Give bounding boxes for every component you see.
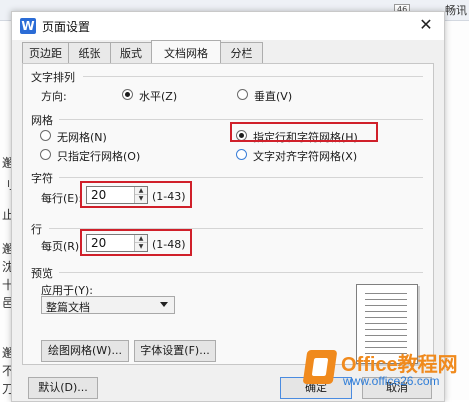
align-char-grid-radio[interactable] bbox=[236, 149, 247, 160]
tab-margins[interactable]: 页边距 bbox=[22, 42, 69, 63]
chevron-down-icon bbox=[160, 302, 168, 307]
chars-group-title: 字符 bbox=[31, 172, 53, 185]
tab-columns[interactable]: 分栏 bbox=[220, 42, 263, 63]
highlight-box bbox=[230, 122, 378, 142]
watermark-title: Office教程网 bbox=[341, 354, 458, 376]
lines-group-title: 行 bbox=[31, 223, 42, 236]
no-grid-radio[interactable] bbox=[40, 130, 51, 141]
preview-line bbox=[365, 335, 407, 336]
direction-label: 方向: bbox=[41, 90, 67, 103]
group-divider bbox=[83, 76, 423, 77]
apply-to-select[interactable]: 整篇文档 bbox=[41, 296, 175, 314]
watermark-url: www.office26.com bbox=[343, 374, 440, 388]
group-divider bbox=[59, 177, 423, 178]
group-divider bbox=[59, 119, 423, 120]
wps-writer-icon: W bbox=[20, 18, 36, 34]
close-icon[interactable]: ✕ bbox=[416, 15, 436, 35]
default-button[interactable]: 默认(D)... bbox=[28, 377, 98, 399]
lines-per-page-label: 每页(R): bbox=[41, 240, 83, 253]
highlight-box bbox=[80, 181, 192, 208]
document-grid-panel: 文字排列 方向: 水平(Z) 垂直(V) 网格 无网格(N) 指定行和字符网格(… bbox=[22, 63, 434, 365]
preview-group-title: 预览 bbox=[31, 267, 53, 280]
preview-line bbox=[365, 317, 407, 318]
preview-line bbox=[365, 323, 407, 324]
apply-to-value: 整篇文档 bbox=[46, 301, 90, 314]
chars-per-line-label: 每行(E): bbox=[41, 192, 83, 205]
text-direction-group-title: 文字排列 bbox=[31, 71, 75, 84]
page-setup-dialog: W 页面设置 ✕ 页边距 纸张 版式 文档网格 分栏 文字排列 方向: 水平(Z… bbox=[11, 11, 445, 402]
office-logo-icon bbox=[302, 350, 338, 384]
tab-document-grid[interactable]: 文档网格 bbox=[151, 40, 221, 63]
vertical-radio[interactable] bbox=[237, 89, 248, 100]
horizontal-label[interactable]: 水平(Z) bbox=[139, 88, 177, 104]
tab-paper[interactable]: 纸张 bbox=[68, 42, 111, 63]
office26-watermark: Office教程网 www.office26.com bbox=[302, 346, 469, 400]
preview-line bbox=[365, 305, 407, 306]
group-divider bbox=[59, 272, 423, 273]
preview-line bbox=[365, 341, 407, 342]
highlight-box bbox=[80, 229, 192, 256]
preview-line bbox=[365, 299, 407, 300]
grid-group-title: 网格 bbox=[31, 114, 53, 127]
align-char-grid-label[interactable]: 文字对齐字符网格(X) bbox=[253, 148, 357, 164]
horizontal-radio[interactable] bbox=[122, 89, 133, 100]
font-settings-button[interactable]: 字体设置(F)... bbox=[134, 340, 216, 362]
no-grid-label[interactable]: 无网格(N) bbox=[57, 129, 107, 145]
draw-grid-button[interactable]: 绘图网格(W)... bbox=[41, 340, 129, 362]
preview-line bbox=[365, 293, 407, 294]
dialog-titlebar: W 页面设置 ✕ bbox=[12, 12, 444, 40]
preview-line bbox=[365, 329, 407, 330]
line-only-grid-radio[interactable] bbox=[40, 149, 51, 160]
vertical-label[interactable]: 垂直(V) bbox=[254, 88, 292, 104]
tab-layout[interactable]: 版式 bbox=[110, 42, 152, 63]
background-toolbar-text: 畅讯 bbox=[445, 4, 467, 17]
dialog-title: 页面设置 bbox=[42, 20, 91, 34]
line-only-grid-label[interactable]: 只指定行网格(O) bbox=[57, 148, 140, 164]
preview-line bbox=[365, 311, 407, 312]
